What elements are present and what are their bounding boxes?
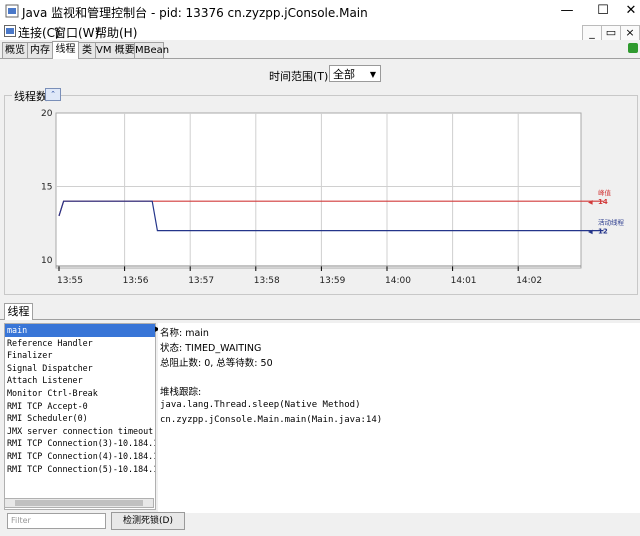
legend-current-value: 14 — [598, 198, 608, 206]
stack-frame: cn.zyzpp.jConsole.Main.main(Main.java:14… — [160, 415, 383, 425]
scrollbar-thumb[interactable] — [15, 500, 143, 506]
x-tick-label: 13:57 — [188, 276, 214, 286]
chart-plot-area — [55, 112, 582, 269]
y-tick-label: 15 — [41, 183, 52, 193]
thread-filter-input[interactable]: Filter — [7, 513, 106, 529]
x-tick-label: 13:59 — [319, 276, 345, 286]
x-tick-label: 14:02 — [516, 276, 542, 286]
x-tick-label: 13:56 — [123, 276, 149, 286]
thread-list-item[interactable]: Finalizer — [5, 349, 155, 362]
x-tick-label: 13:58 — [254, 276, 280, 286]
detect-deadlock-button[interactable]: 检测死锁(D) — [111, 512, 185, 530]
thread-state-line: 状态: TIMED_WAITING — [160, 343, 262, 354]
tab-thread-list[interactable]: 线程 — [4, 303, 33, 320]
thread-count-chart: 13:55 13:56 13:57 13:58 13:59 14:00 14:01 14:02… — [41, 109, 625, 286]
lower-tab-bar: 线程 — [0, 303, 640, 320]
thread-list-item[interactable]: RMI TCP Connection(3)-10.184.13.1 — [5, 437, 155, 450]
thread-list-item[interactable]: main — [5, 324, 155, 337]
thread-list-item[interactable]: Reference Handler — [5, 337, 155, 350]
legend-marker-icon: ◀ — [588, 229, 593, 236]
stack-frame: java.lang.Thread.sleep(Native Method) — [160, 400, 361, 410]
thread-detail-panel: 名称: main 状态: TIMED_WAITING 总阻止数: 0, 总等待数… — [158, 323, 640, 513]
thread-list-item[interactable]: RMI TCP Connection(5)-10.184.13.1 — [5, 463, 155, 476]
y-tick-label: 20 — [41, 109, 53, 119]
legend-series-name: 活动线程 — [598, 218, 625, 227]
thread-blocked-line: 总阻止数: 0, 总等待数: 50 — [160, 358, 273, 369]
thread-list-item[interactable]: Signal Dispatcher — [5, 362, 155, 375]
y-tick-label: 10 — [41, 256, 53, 266]
x-tick-label: 13:55 — [57, 276, 83, 286]
thread-list[interactable]: main Reference Handler Finalizer Signal Dis… — [4, 323, 156, 510]
legend-current-value: 12 — [598, 228, 608, 236]
thread-list-item[interactable]: Monitor Ctrl-Break — [5, 387, 155, 400]
thread-list-item[interactable]: RMI Scheduler(0) — [5, 412, 155, 425]
horizontal-scrollbar[interactable] — [4, 498, 154, 508]
thread-name-line: 名称: main — [160, 328, 209, 339]
x-tick-label: 14:00 — [385, 276, 411, 286]
thread-list-item[interactable]: RMI TCP Accept-0 — [5, 400, 155, 413]
legend-series-name: 峰值 — [598, 188, 612, 197]
thread-list-item[interactable]: Attach Listener — [5, 374, 155, 387]
legend-marker-icon: ◀ — [588, 199, 593, 206]
thread-list-item[interactable]: JMX server connection timeout 15 — [5, 425, 155, 438]
thread-list-item[interactable]: RMI TCP Connection(4)-10.184.13.1 — [5, 450, 155, 463]
x-tick-label: 14:01 — [451, 276, 477, 286]
stack-trace-title: 堆栈跟踪: — [160, 387, 202, 398]
